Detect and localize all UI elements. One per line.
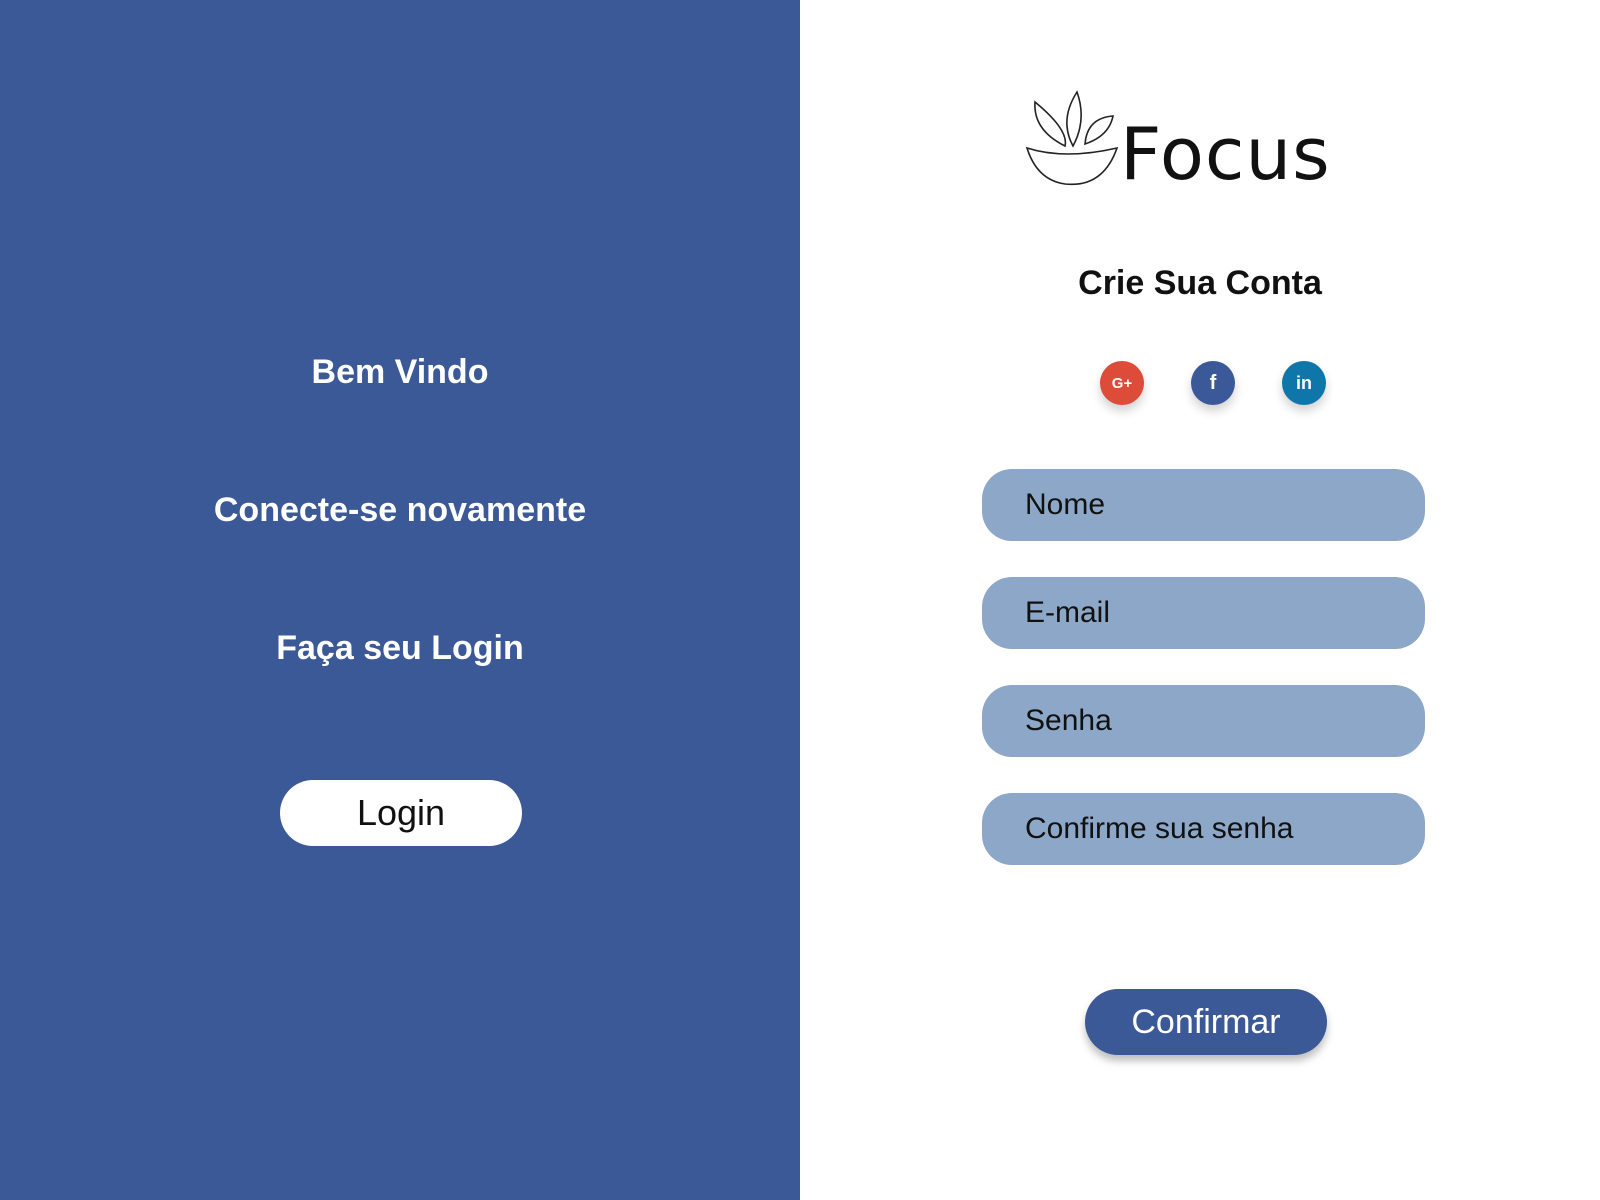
confirm-password-field[interactable] xyxy=(982,793,1425,865)
focus-logo: Focus xyxy=(1025,90,1330,200)
google-plus-icon[interactable]: G+ xyxy=(1100,361,1144,405)
welcome-panel: Bem Vindo Conecte-se novamente Faça seu … xyxy=(0,0,800,1200)
facebook-icon[interactable]: f xyxy=(1191,361,1235,405)
reconnect-text: Conecte-se novamente xyxy=(213,491,587,529)
logo-text: Focus xyxy=(1120,112,1331,196)
lotus-bowl-icon xyxy=(1025,90,1119,186)
welcome-heading: Bem Vindo xyxy=(311,353,489,391)
login-button[interactable]: Login xyxy=(280,780,522,846)
name-field[interactable] xyxy=(982,469,1425,541)
confirm-button[interactable]: Confirmar xyxy=(1085,989,1327,1055)
email-field[interactable] xyxy=(982,577,1425,649)
linkedin-icon[interactable]: in xyxy=(1282,361,1326,405)
login-prompt-text: Faça seu Login xyxy=(276,629,524,667)
form-title: Crie Sua Conta xyxy=(1078,264,1322,302)
password-field[interactable] xyxy=(982,685,1425,757)
